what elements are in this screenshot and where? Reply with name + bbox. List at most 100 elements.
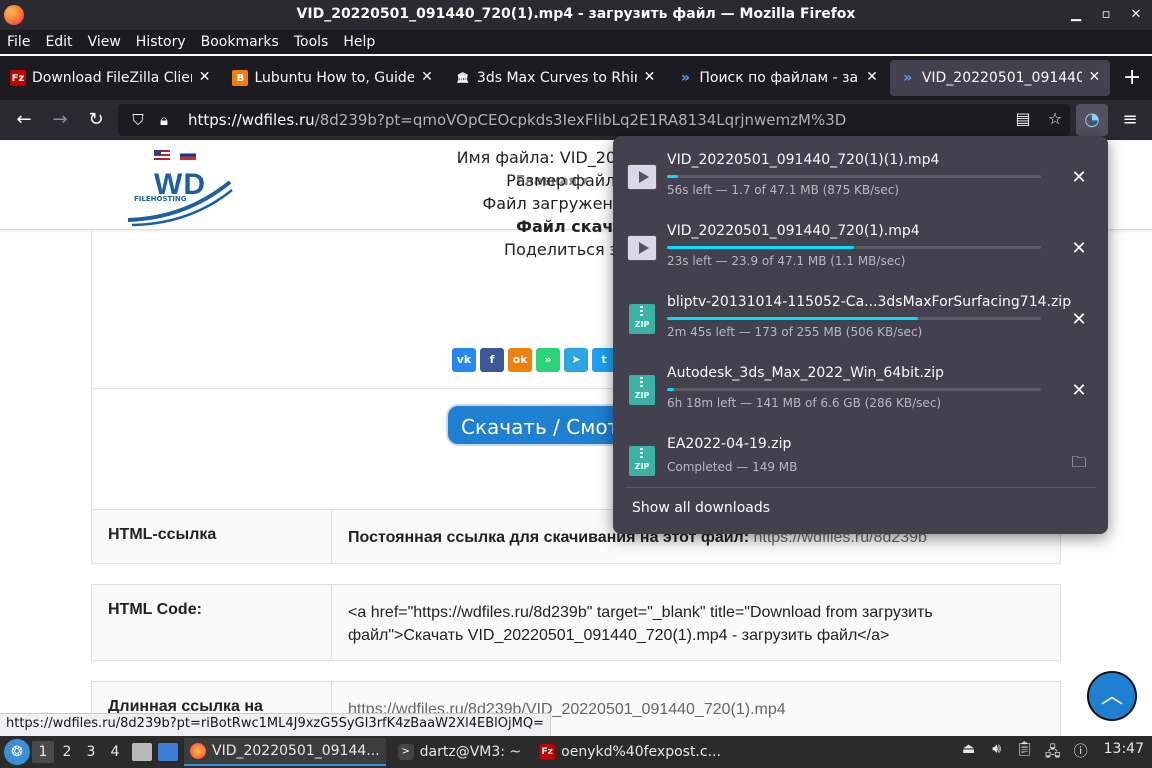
progress-fill: [667, 246, 854, 249]
reload-button[interactable]: ↻: [78, 104, 114, 136]
reader-view-icon[interactable]: ▤: [1014, 109, 1032, 131]
task-firefox[interactable]: VID_20220501_09144...: [184, 738, 386, 766]
close-tab-icon[interactable]: ✕: [866, 69, 878, 85]
menu-bar: File Edit View History Bookmarks Tools H…: [0, 30, 1152, 54]
tab-filezilla[interactable]: Fz Download FileZilla Client ✕: [0, 60, 220, 96]
workspace-3[interactable]: 3: [80, 741, 102, 763]
maximize-icon[interactable]: ▫: [1096, 5, 1116, 25]
download-item[interactable]: VID_20220501_091440_720(1).mp4 23s left …: [613, 207, 1108, 277]
cancel-download-icon[interactable]: ✕: [1067, 379, 1091, 403]
close-tab-icon[interactable]: ✕: [644, 69, 656, 85]
cancel-download-icon[interactable]: ✕: [1067, 237, 1091, 261]
tab-label: Download FileZilla Client: [32, 70, 192, 86]
workspace-1[interactable]: 1: [32, 741, 54, 763]
cancel-download-icon[interactable]: ✕: [1067, 308, 1091, 332]
share-arrow-icon[interactable]: »: [536, 348, 560, 372]
download-status: 23s left — 23.9 of 47.1 MB (1.1 MB/sec): [667, 254, 906, 268]
scroll-to-top-button[interactable]: ︿: [1087, 671, 1137, 721]
telegram-share-icon[interactable]: ➤: [564, 348, 588, 372]
workspace-2[interactable]: 2: [56, 741, 78, 763]
tab-search-files[interactable]: » Поиск по файлам - загр ✕: [667, 60, 887, 96]
zip-file-icon: ZIP: [629, 446, 655, 476]
facebook-share-icon[interactable]: f: [480, 348, 504, 372]
eject-icon[interactable]: ⏏: [960, 741, 978, 761]
minimize-icon[interactable]: ▁: [1066, 5, 1086, 25]
museum-icon: 🏛: [456, 72, 470, 84]
zip-file-icon: ZIP: [629, 375, 655, 405]
task-terminal[interactable]: > dartz@VM3: ~: [392, 738, 528, 766]
downloads-panel: VID_20220501_091440_720(1)(1).mp4 56s le…: [613, 136, 1108, 534]
hamburger-menu-icon[interactable]: ≡: [1114, 104, 1146, 136]
file-manager-icon[interactable]: [132, 743, 152, 761]
download-progress-bar: [667, 388, 1041, 391]
menu-bookmarks[interactable]: Bookmarks: [201, 34, 279, 50]
menu-tools[interactable]: Tools: [294, 34, 329, 50]
shield-icon[interactable]: ⛉: [124, 111, 152, 129]
system-tray: ⏏ 🔊︎ 📋︎ 🖧 ⓘ 13:47: [960, 741, 1144, 761]
show-all-downloads-button[interactable]: Show all downloads: [632, 500, 770, 516]
download-item[interactable]: ZIP bliptv-20131014-115052-Ca...3dsMaxFo…: [613, 278, 1108, 348]
forward-button[interactable]: →: [42, 104, 78, 136]
tab-lubuntu[interactable]: B Lubuntu How to, Guides, ✕: [222, 60, 442, 96]
download-filename: VID_20220501_091440_720(1)(1).mp4: [667, 152, 940, 168]
status-bar-url: https://wdfiles.ru/8d239b?pt=riBotRwc1ML…: [0, 713, 551, 737]
folder-icon[interactable]: 🗀: [1067, 450, 1091, 474]
video-file-icon: [627, 164, 657, 190]
close-window-icon[interactable]: ✕: [1126, 5, 1146, 25]
close-tab-icon[interactable]: ✕: [1089, 69, 1101, 85]
close-tab-icon[interactable]: ✕: [199, 69, 211, 85]
download-filename: Autodesk_3ds_Max_2022_Win_64bit.zip: [667, 365, 945, 381]
close-tab-icon[interactable]: ✕: [421, 69, 433, 85]
start-menu-icon[interactable]: ❂: [4, 739, 30, 765]
menu-help[interactable]: Help: [343, 34, 375, 50]
task-filezilla[interactable]: Fz oenykd%40fexpost.c...: [533, 738, 727, 766]
bookmark-star-icon[interactable]: ☆: [1046, 109, 1064, 131]
download-item[interactable]: ZIP Autodesk_3ds_Max_2022_Win_64bit.zip …: [613, 349, 1108, 419]
tab-label: VID_20220501_091440_: [921, 70, 1082, 86]
new-tab-button[interactable]: +: [1112, 60, 1152, 96]
cancel-download-icon[interactable]: ✕: [1067, 166, 1091, 190]
download-item[interactable]: VID_20220501_091440_720(1)(1).mp4 56s le…: [613, 136, 1108, 206]
task-label: VID_20220501_09144...: [212, 743, 380, 759]
row-label: HTML-ссылка: [92, 510, 332, 563]
terminal-icon: >: [397, 744, 414, 760]
show-desktop-icon[interactable]: [158, 743, 178, 761]
progress-fill: [667, 317, 918, 320]
tab-current[interactable]: » VID_20220501_091440_ ✕: [889, 60, 1111, 96]
menu-view[interactable]: View: [88, 34, 121, 50]
tab-label: Поиск по файлам - загр: [699, 70, 860, 86]
chevron-icon: »: [903, 70, 913, 86]
menu-file[interactable]: File: [7, 34, 30, 50]
panel-divider: [625, 487, 1096, 488]
filezilla-icon: Fz: [10, 70, 26, 86]
clipboard-icon[interactable]: 📋︎: [1016, 741, 1034, 761]
window-title: VID_20220501_091440_720(1).mp4 - загрузи…: [296, 6, 856, 22]
url-text[interactable]: https://wdfiles.ru/8d239b?pt=qmoVOpCEOcp…: [188, 111, 846, 129]
odnoklassniki-share-icon[interactable]: ok: [508, 348, 532, 372]
downloads-button[interactable]: ◔: [1076, 104, 1108, 136]
clock[interactable]: 13:47: [1104, 741, 1144, 761]
progress-fill: [667, 388, 675, 391]
download-status: 2m 45s left — 173 of 255 MB (506 KB/sec): [667, 325, 923, 339]
network-icon[interactable]: 🖧: [1044, 741, 1062, 761]
firefox-icon: [190, 743, 206, 759]
back-button[interactable]: ←: [6, 104, 42, 136]
tab-3dsmax[interactable]: 🏛 3ds Max Curves to Rhino ✕: [445, 60, 665, 96]
download-item[interactable]: ZIP EA2022-04-19.zip Completed — 149 MB …: [613, 420, 1108, 490]
taskbar: ❂ 1 2 3 4 VID_20220501_09144... > dartz@…: [0, 736, 1152, 768]
menu-edit[interactable]: Edit: [45, 34, 72, 50]
volume-icon[interactable]: 🔊︎: [988, 741, 1006, 761]
workspace-4[interactable]: 4: [104, 741, 126, 763]
url-host: https://wdfiles.ru: [188, 111, 315, 129]
lock-icon[interactable]: 🔒︎: [152, 111, 176, 129]
chevron-icon: »: [680, 70, 690, 86]
update-notification-icon[interactable]: ⓘ: [1072, 741, 1090, 761]
html-code-value[interactable]: <a href="https://wdfiles.ru/8d239b" targ…: [332, 585, 1060, 660]
url-bar[interactable]: ⛉ 🔒︎ https://wdfiles.ru/8d239b?pt=qmoVOp…: [118, 104, 1070, 136]
vk-share-icon[interactable]: vk: [452, 348, 476, 372]
html-code-row: HTML Code: <a href="https://wdfiles.ru/8…: [91, 584, 1061, 661]
menu-history[interactable]: History: [136, 34, 186, 50]
download-progress-bar: [667, 175, 1041, 178]
download-progress-bar: [667, 317, 1041, 320]
download-status: 6h 18m left — 141 MB of 6.6 GB (286 KB/s…: [667, 396, 942, 410]
